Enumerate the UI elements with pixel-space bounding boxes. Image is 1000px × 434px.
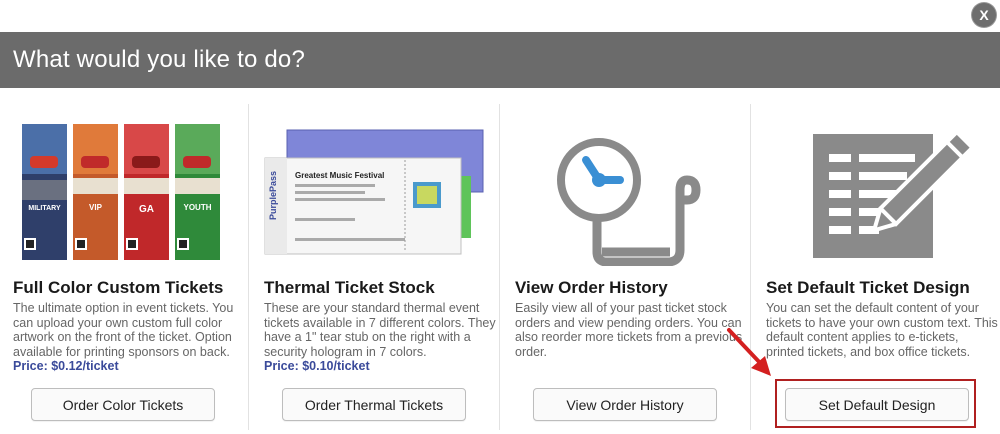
option-title: View Order History <box>515 278 668 297</box>
price-text: Price: $0.10/ticket <box>264 359 370 373</box>
svg-text:PurplePass: PurplePass <box>268 171 278 220</box>
option-title: Set Default Ticket Design <box>766 278 970 297</box>
description-text: Easily view all of your past ticket stoc… <box>515 301 743 359</box>
ticket-label: YOUTH <box>184 203 212 212</box>
price-text: Price: $0.12/ticket <box>13 359 119 373</box>
view-order-history-button[interactable]: View Order History <box>533 388 717 421</box>
ticket-event-name: Greatest Music Festival <box>295 171 384 180</box>
document-pencil-icon <box>813 129 976 258</box>
option-description: You can set the default content of your … <box>766 301 998 359</box>
option-default-design: Set Default Ticket Design You can set th… <box>753 104 1000 434</box>
option-color-tickets: MILITARY VIP GA YOUTH Full Color Custom … <box>0 104 250 434</box>
ticket-vip: VIP <box>73 124 118 260</box>
option-description: These are your standard thermal event ti… <box>264 301 496 374</box>
ticket-label: GA <box>139 204 154 215</box>
clock-scroll-icon <box>557 138 701 266</box>
option-title: Full Color Custom Tickets <box>13 278 224 297</box>
ticket-label: MILITARY <box>28 205 61 212</box>
color-tickets-image: MILITARY VIP GA YOUTH <box>22 124 220 260</box>
ticket-ga: GA <box>124 124 169 260</box>
option-description: The ultimate option in event tickets. Yo… <box>13 301 245 374</box>
order-color-tickets-button[interactable]: Order Color Tickets <box>31 388 215 421</box>
option-thermal-tickets: PurplePass Greatest Music Festival Therm… <box>251 104 501 434</box>
close-button[interactable]: X <box>972 3 996 27</box>
red-arrow-icon <box>727 328 771 376</box>
close-icon: X <box>979 7 989 23</box>
ticket-military: MILITARY <box>22 124 67 260</box>
dialog-header: What would you like to do? <box>0 32 1000 88</box>
dialog-title: What would you like to do? <box>13 46 306 73</box>
option-order-history: View Order History Easily view all of yo… <box>502 104 752 434</box>
option-title: Thermal Ticket Stock <box>264 278 435 297</box>
thermal-tickets-image: PurplePass Greatest Music Festival <box>264 129 484 255</box>
option-description: Easily view all of your past ticket stoc… <box>515 301 747 359</box>
ticket-youth: YOUTH <box>175 124 220 260</box>
set-default-design-button[interactable]: Set Default Design <box>785 388 969 421</box>
order-thermal-tickets-button[interactable]: Order Thermal Tickets <box>282 388 466 421</box>
description-text: You can set the default content of your … <box>766 301 998 359</box>
ticket-label: VIP <box>89 203 103 212</box>
description-text: These are your standard thermal event ti… <box>264 301 496 359</box>
description-text: The ultimate option in event tickets. Yo… <box>13 301 234 359</box>
